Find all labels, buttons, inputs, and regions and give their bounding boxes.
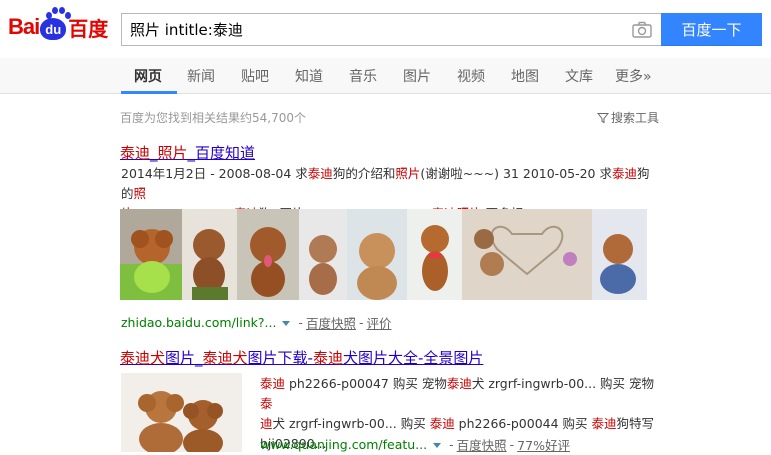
search-tools-button[interactable]: 搜索工具 — [597, 109, 659, 126]
search-input[interactable] — [122, 14, 622, 45]
poodle-thumbnail[interactable] — [347, 209, 407, 300]
paw-icon — [44, 7, 72, 21]
dropdown-arrow-icon[interactable] — [282, 321, 291, 326]
poodle-thumbnail[interactable] — [182, 209, 237, 300]
baidu-logo[interactable]: Bai du 百度 — [8, 7, 109, 44]
funnel-icon — [597, 112, 609, 123]
logo-paw-du: du — [40, 18, 67, 40]
tab-music[interactable]: 音乐 — [349, 66, 377, 86]
title-em: 照片 — [157, 144, 188, 162]
rating-link[interactable]: 评价 — [366, 313, 391, 332]
poodle-thumbnail[interactable] — [299, 209, 347, 300]
poodle-thumbnail[interactable] — [237, 209, 299, 300]
rating-link[interactable]: 77%好评 — [517, 435, 570, 454]
search-box — [121, 13, 662, 46]
poodle-thumbnail[interactable] — [120, 209, 182, 300]
result-count: 百度为您找到相关结果约54,700个 — [120, 111, 306, 125]
tab-more[interactable]: 更多» — [615, 66, 652, 86]
title-text: _ — [150, 144, 158, 162]
result-title-2[interactable]: 泰迪犬图片_泰迪犬图片下载-泰迪犬图片大全-全景图片 — [120, 347, 483, 368]
result-url[interactable]: zhidao.baidu.com/link?... — [121, 315, 276, 330]
tab-news[interactable]: 新闻 — [187, 66, 215, 86]
logo-text-bai: Bai — [8, 14, 40, 39]
result-title-1[interactable]: 泰迪_照片_百度知道 — [120, 142, 255, 163]
tab-zhidao[interactable]: 知道 — [295, 66, 323, 86]
result-image-2[interactable] — [121, 373, 242, 452]
image-strip — [120, 209, 647, 300]
result-url-row-1: zhidao.baidu.com/link?... - 百度快照 - 评价 — [121, 313, 392, 332]
tab-wenku[interactable]: 文库 — [565, 66, 593, 86]
tab-video[interactable]: 视频 — [457, 66, 485, 86]
cache-link[interactable]: 百度快照 — [457, 435, 507, 454]
tab-tieba[interactable]: 贴吧 — [241, 66, 269, 86]
search-button[interactable]: 百度一下 — [661, 13, 762, 46]
abstract-line: 2014年1月2日 - 2008-08-04 求泰迪狗的介绍和照片(谢谢啦~~~… — [121, 166, 650, 201]
logo-text-cn: 百度 — [68, 16, 109, 41]
poodle-thumbnail[interactable] — [592, 209, 647, 300]
search-tools-label: 搜索工具 — [611, 111, 660, 125]
poodle-thumbnail[interactable] — [462, 209, 592, 300]
tab-images[interactable]: 图片 — [403, 66, 431, 86]
tab-map[interactable]: 地图 — [511, 66, 539, 86]
title-text: _百度知道 — [187, 144, 256, 162]
tab-web[interactable]: 网页 — [134, 66, 162, 86]
camera-icon[interactable] — [632, 21, 652, 38]
header: Bai du 百度 百度一下 — [0, 0, 771, 58]
dropdown-arrow-icon[interactable] — [433, 443, 442, 448]
nav-tabs: 网页 新闻 贴吧 知道 音乐 图片 视频 地图 文库 更多» — [0, 58, 771, 94]
poodle-thumbnail[interactable] — [407, 209, 462, 300]
title-em: 泰迪 — [120, 144, 151, 162]
result-url-row-2: www.quanjing.com/featu... - 百度快照 - 77%好评 — [260, 435, 570, 454]
cache-link[interactable]: 百度快照 — [306, 313, 356, 332]
result-url[interactable]: www.quanjing.com/featu... — [260, 437, 427, 452]
active-tab-indicator — [121, 91, 177, 94]
